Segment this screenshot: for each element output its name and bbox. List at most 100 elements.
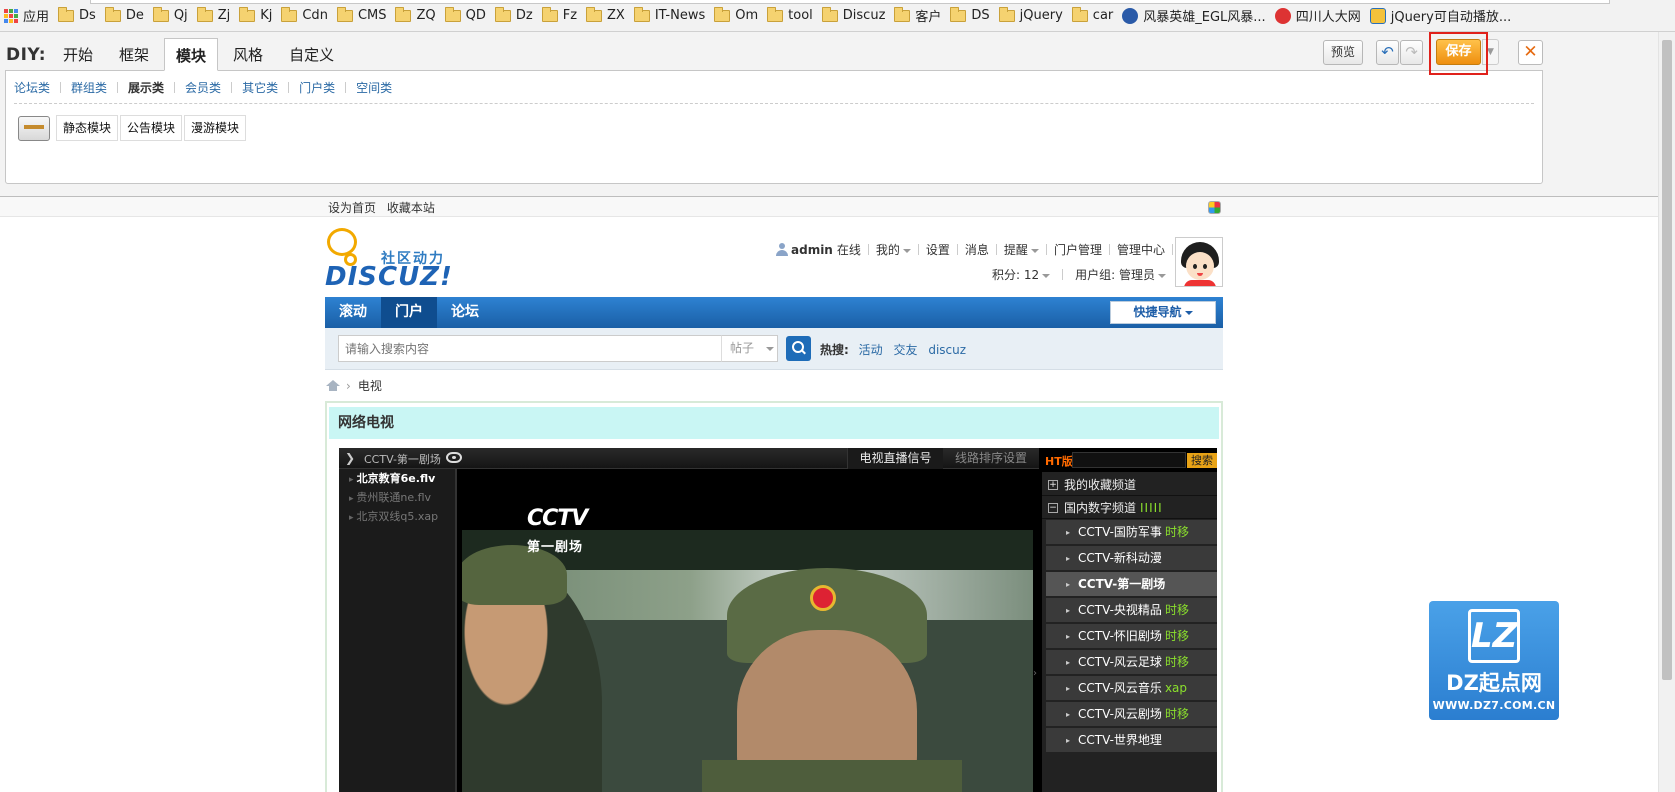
bookmark-folder-ds2[interactable]: DS xyxy=(950,5,990,27)
site-logo[interactable]: 社区动力 DISCUZ! xyxy=(325,226,455,292)
category-display[interactable]: 展示类 xyxy=(128,79,164,96)
tab-module[interactable]: 模块 xyxy=(164,38,219,71)
bookmark-site-jquery[interactable]: jQuery可自动播放... xyxy=(1369,5,1511,27)
tab-custom[interactable]: 自定义 xyxy=(278,38,345,71)
home-icon[interactable] xyxy=(326,380,340,391)
category-forum[interactable]: 论坛类 xyxy=(14,79,50,96)
category-member[interactable]: 会员类 xyxy=(185,79,221,96)
video-frame[interactable] xyxy=(462,530,1033,792)
close-diy-button[interactable]: ✕ xyxy=(1518,40,1543,65)
redo-button[interactable]: ↷ xyxy=(1400,40,1423,65)
bookmark-folder-cdn[interactable]: Cdn xyxy=(281,5,328,27)
channel-item[interactable]: CCTV-风云足球时移 xyxy=(1046,650,1217,675)
category-portal[interactable]: 门户类 xyxy=(299,79,335,96)
hot-search-link[interactable]: discuz xyxy=(928,343,966,357)
save-options-dropdown[interactable]: ▼ xyxy=(1482,39,1499,65)
bookmark-folder-clients[interactable]: 客户 xyxy=(894,5,941,27)
save-button[interactable]: 保存 xyxy=(1436,39,1481,65)
tab-frame[interactable]: 框架 xyxy=(108,38,160,71)
bookmark-folder-kj[interactable]: Kj xyxy=(239,5,272,27)
hot-search-link[interactable]: 交友 xyxy=(893,343,917,357)
folder-icon xyxy=(444,6,461,22)
module-roaming[interactable]: 漫游模块 xyxy=(184,115,247,141)
undo-button[interactable]: ↶ xyxy=(1376,40,1399,65)
channel-search-button[interactable]: 搜索 xyxy=(1187,453,1217,468)
messages-link[interactable]: 消息 xyxy=(965,241,989,258)
bookmark-folder-jquery[interactable]: jQuery xyxy=(998,5,1063,27)
bookmark-folder-fz[interactable]: Fz xyxy=(541,5,577,27)
bookmark-site-scnpc[interactable]: 四川人大网 xyxy=(1274,5,1361,27)
channel-item[interactable]: CCTV-世界地理 xyxy=(1046,728,1217,753)
username-link[interactable]: admin xyxy=(791,243,833,257)
nav-item-portal[interactable]: 门户 xyxy=(381,297,437,328)
channel-item[interactable]: CCTV-怀旧剧场时移 xyxy=(1046,624,1217,649)
channel-item[interactable]: CCTV-新科动漫 xyxy=(1046,546,1217,571)
tab-live-signal[interactable]: 电视直播信号 xyxy=(847,448,943,469)
bookmark-folder-car[interactable]: car xyxy=(1071,5,1113,27)
divider xyxy=(1108,244,1110,255)
nav-item-forum[interactable]: 论坛 xyxy=(437,297,493,328)
category-group[interactable]: 群组类 xyxy=(71,79,107,96)
portal-admin-link[interactable]: 门户管理 xyxy=(1054,241,1102,258)
channel-item[interactable]: CCTV-风云剧场时移 xyxy=(1046,702,1217,727)
bookmark-folder-cms[interactable]: CMS xyxy=(336,5,386,27)
channel-item[interactable]: CCTV-第一剧场 xyxy=(1046,572,1217,597)
hot-search-link[interactable]: 活动 xyxy=(859,343,883,357)
avatar-body xyxy=(1184,280,1216,286)
set-homepage-link[interactable]: 设为首页 xyxy=(328,201,376,215)
category-other[interactable]: 其它类 xyxy=(242,79,278,96)
nav-item-scroll[interactable]: 滚动 xyxy=(325,297,381,328)
source-item[interactable]: 贵州联通ne.flv xyxy=(339,488,455,507)
bookmark-folder-zj[interactable]: Zj xyxy=(196,5,230,27)
tab-line-order[interactable]: 线路排序设置 xyxy=(943,448,1039,469)
reminder-menu[interactable]: 提醒 xyxy=(1004,241,1039,258)
source-item[interactable]: 北京双线q5.xap xyxy=(339,507,455,526)
tab-start[interactable]: 开始 xyxy=(52,38,104,71)
style-switch-icon[interactable] xyxy=(1208,201,1221,214)
channel-item[interactable]: CCTV-风云音乐xap xyxy=(1046,676,1217,701)
category-space[interactable]: 空间类 xyxy=(356,79,392,96)
bookmark-label: De xyxy=(125,8,144,23)
bookmark-folder-it-news[interactable]: IT-News xyxy=(633,5,705,27)
bookmark-folder-qd[interactable]: QD xyxy=(444,5,486,27)
chevron-right-icon[interactable]: › xyxy=(1033,668,1041,679)
quick-nav-button[interactable]: 快捷导航 xyxy=(1110,301,1216,324)
preview-button[interactable]: 预览 xyxy=(1323,40,1363,65)
channel-item[interactable]: CCTV-国防军事时移 xyxy=(1046,520,1217,545)
bookmark-folder-tool[interactable]: tool xyxy=(767,5,813,27)
channel-item[interactable]: CCTV-央视精品时移 xyxy=(1046,598,1217,623)
module-announcement[interactable]: 公告模块 xyxy=(120,115,183,141)
bookmark-apps[interactable]: 应用 xyxy=(4,5,49,27)
module-static[interactable]: 静态模块 xyxy=(56,115,119,141)
bookmark-folder-ds[interactable]: Ds xyxy=(58,5,96,27)
my-menu[interactable]: 我的 xyxy=(876,241,911,258)
bookmark-folder-zq[interactable]: ZQ xyxy=(395,5,436,27)
bookmark-folder-de[interactable]: De xyxy=(104,5,144,27)
settings-link[interactable]: 设置 xyxy=(926,241,950,258)
channel-search-input[interactable] xyxy=(1072,452,1186,468)
bookmark-site-heroes[interactable]: 风暴英雄_EGL风暴... xyxy=(1122,5,1266,27)
source-item[interactable]: 北京教育6e.flv xyxy=(339,469,455,488)
admin-center-link[interactable]: 管理中心 xyxy=(1117,241,1165,258)
chevron-right-icon[interactable]: ❯ xyxy=(345,451,355,465)
search-type-select[interactable]: 帖子 xyxy=(721,335,778,362)
eye-icon[interactable] xyxy=(446,452,462,463)
scrollbar-thumb[interactable] xyxy=(1662,40,1672,680)
page-scrollbar[interactable] xyxy=(1658,32,1675,792)
bookmark-folder-om[interactable]: Om xyxy=(714,5,758,27)
tab-style[interactable]: 风格 xyxy=(222,38,274,71)
usergroup-menu[interactable]: 用户组: 管理员 xyxy=(1075,266,1166,283)
bookmark-folder-discuz[interactable]: Discuz xyxy=(821,5,885,27)
group-domestic[interactable]: − 国内数字频道 IIIII xyxy=(1042,497,1217,519)
menu-label: 提醒 xyxy=(1003,243,1028,257)
points-menu[interactable]: 积分: 12 xyxy=(992,266,1051,283)
search-button[interactable] xyxy=(786,336,811,361)
group-favorites[interactable]: + 我的收藏频道 xyxy=(1042,474,1217,496)
undo-icon: ↶ xyxy=(1381,43,1394,61)
bookmark-folder-dz[interactable]: Dz xyxy=(494,5,533,27)
bookmark-folder-qj[interactable]: Qj xyxy=(152,5,188,27)
avatar[interactable] xyxy=(1175,237,1223,287)
search-input[interactable] xyxy=(338,335,722,362)
bookmark-folder-zx[interactable]: ZX xyxy=(586,5,625,27)
bookmark-site-link[interactable]: 收藏本站 xyxy=(387,201,435,215)
